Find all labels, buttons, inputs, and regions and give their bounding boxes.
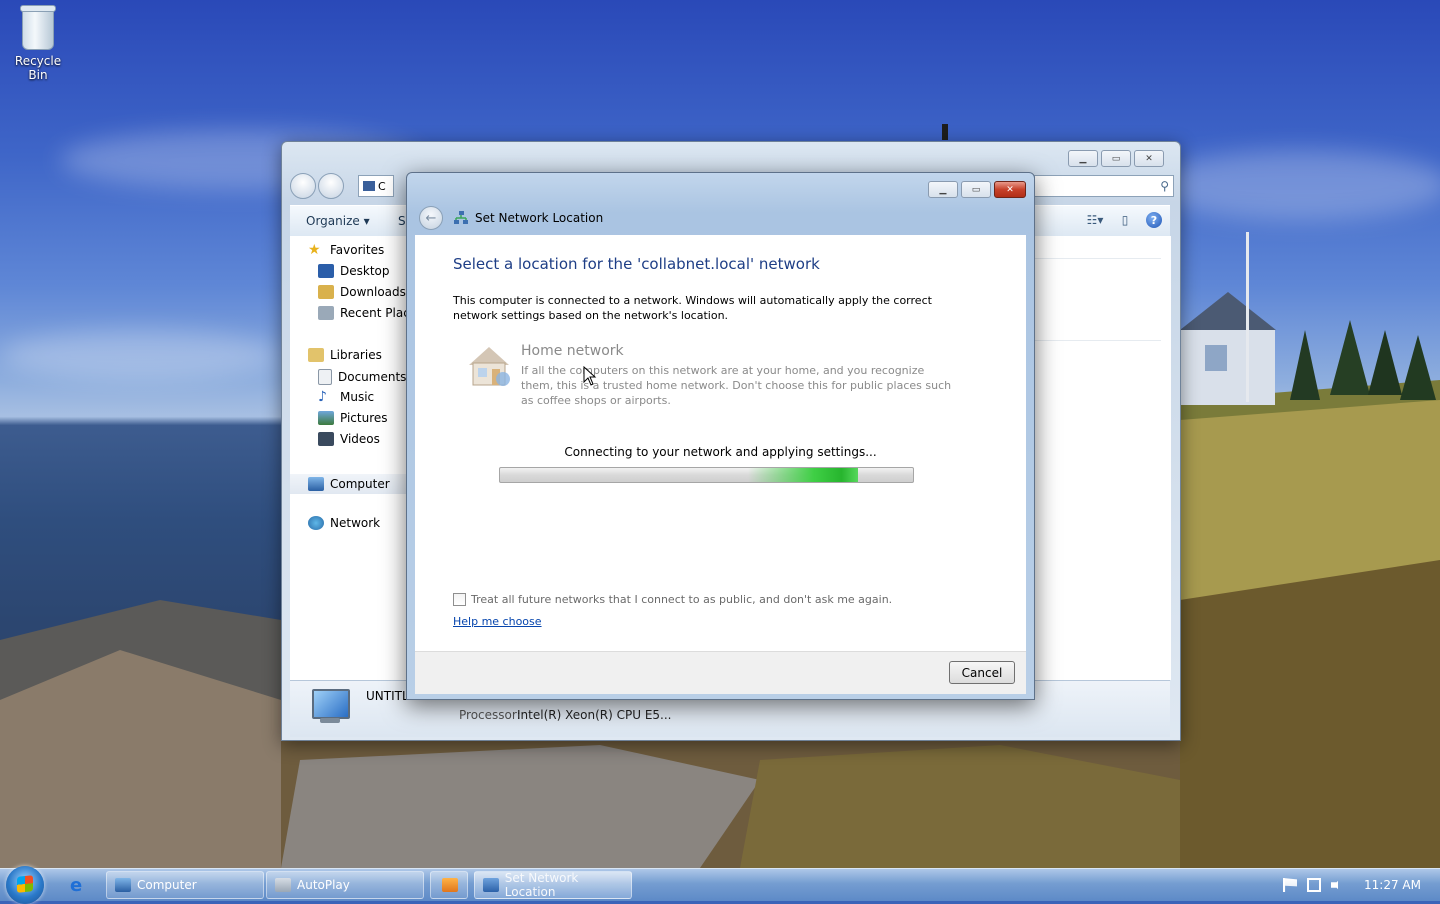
nav-label: Pictures <box>340 411 388 425</box>
divider <box>1029 340 1161 341</box>
public-networks-checkbox[interactable] <box>453 593 466 606</box>
desktop-icon-recycle-bin[interactable]: Recycle Bin <box>6 5 70 82</box>
window-controls: ▁ ▭ ✕ <box>928 181 1026 198</box>
computer-large-icon <box>308 689 350 725</box>
taskbar-button-media[interactable] <box>430 871 468 899</box>
computer-icon <box>308 477 324 491</box>
organize-menu[interactable]: Organize ▾ <box>306 214 370 228</box>
network-icon <box>308 516 324 530</box>
nav-label: Desktop <box>340 264 390 278</box>
taskbar-button-computer[interactable]: Computer <box>106 871 264 899</box>
forward-button[interactable] <box>318 173 344 199</box>
videos-icon <box>318 432 334 446</box>
nav-libraries[interactable]: Libraries <box>308 348 382 362</box>
close-button[interactable]: ✕ <box>1134 150 1164 167</box>
minimize-button[interactable]: ▁ <box>928 181 958 198</box>
taskbar-button-autoplay[interactable]: AutoPlay <box>266 871 424 899</box>
internet-explorer-icon[interactable]: e <box>70 875 92 896</box>
network-tray-icon[interactable] <box>1307 878 1321 892</box>
taskbar-button-set-network-location[interactable]: Set Network Location <box>474 871 632 899</box>
main-instruction: Select a location for the 'collabnet.loc… <box>453 255 820 273</box>
nav-desktop[interactable]: Desktop <box>318 264 390 278</box>
close-button[interactable]: ✕ <box>994 181 1026 198</box>
taskbar-button-label: Computer <box>137 878 197 892</box>
desktop-icon <box>318 264 334 278</box>
documents-icon <box>318 369 332 385</box>
nav-music[interactable]: ♪ Music <box>318 390 374 404</box>
music-note-icon: ♪ <box>318 389 327 405</box>
nav-videos[interactable]: Videos <box>318 432 380 446</box>
dialog-header: ← Set Network Location <box>415 203 1026 233</box>
cancel-button[interactable]: Cancel <box>949 661 1015 684</box>
system-clock[interactable]: 11:27 AM <box>1364 878 1421 892</box>
back-button[interactable] <box>290 173 316 199</box>
computer-icon <box>115 878 131 892</box>
media-player-icon <box>442 878 458 892</box>
address-text: C <box>378 179 386 193</box>
computer-icon <box>363 181 375 191</box>
search-box[interactable]: ⚲ <box>1034 175 1174 197</box>
dialog-title: Set Network Location <box>475 211 604 225</box>
back-arrow-icon[interactable]: ← <box>419 206 443 230</box>
home-network-option-title[interactable]: Home network <box>521 343 624 359</box>
nav-label: Videos <box>340 432 380 446</box>
nav-network[interactable]: Network <box>308 516 380 530</box>
navigation-pane: ★ Favorites Desktop Downloads Recent Pla… <box>290 236 426 680</box>
dialog-footer: Cancel <box>415 651 1026 694</box>
maximize-button[interactable]: ▭ <box>961 181 991 198</box>
help-icon[interactable]: ? <box>1146 212 1162 228</box>
set-network-location-dialog[interactable]: ▁ ▭ ✕ ← Set Network Location Select a lo… <box>406 172 1035 700</box>
action-center-flag-icon[interactable] <box>1283 878 1297 892</box>
intro-text: This computer is connected to a network.… <box>453 294 932 322</box>
progress-status-text: Connecting to your network and applying … <box>564 445 877 459</box>
processor-label: Processor: <box>459 708 521 722</box>
help-me-choose-link[interactable]: Help me choose <box>453 615 542 628</box>
nav-favorites[interactable]: ★ Favorites <box>308 243 384 257</box>
maximize-button[interactable]: ▭ <box>1101 150 1131 167</box>
home-network-icon <box>469 347 510 386</box>
search-icon: ⚲ <box>1160 179 1169 193</box>
public-networks-option[interactable]: Treat all future networks that I connect… <box>453 593 892 606</box>
divider <box>1029 258 1161 259</box>
nav-label: Computer <box>330 477 390 491</box>
notification-area <box>1283 878 1345 892</box>
change-view-icon[interactable]: ☷▾ <box>1086 211 1104 229</box>
nav-label: Music <box>340 390 375 404</box>
taskbar-button-label: Set Network Location <box>504 871 579 899</box>
nav-pictures[interactable]: Pictures <box>318 411 388 425</box>
processor-value: Intel(R) Xeon(R) CPU E5... <box>517 708 672 722</box>
taskbar-button-label: AutoPlay <box>297 878 350 892</box>
navigation-buttons <box>290 173 344 199</box>
autoplay-icon <box>275 878 291 892</box>
libraries-icon <box>308 348 324 362</box>
preview-pane-icon[interactable]: ▯ <box>1116 211 1134 229</box>
dialog-body: Select a location for the 'collabnet.loc… <box>415 235 1026 651</box>
progress-bar <box>499 467 914 483</box>
recycle-bin-icon <box>20 5 56 50</box>
nav-documents[interactable]: Documents <box>318 369 406 385</box>
nav-downloads[interactable]: Downloads <box>318 285 406 299</box>
address-bar[interactable]: C <box>358 175 394 197</box>
toolbar-icons: ☷▾ ▯ ? <box>1086 211 1162 229</box>
recent-places-icon <box>318 306 334 320</box>
star-icon: ★ <box>308 242 321 258</box>
nav-label: Documents <box>338 370 407 384</box>
pictures-icon <box>318 411 334 425</box>
checkbox-label: Treat all future networks that I connect… <box>471 593 893 606</box>
network-icon <box>454 211 468 224</box>
start-button[interactable] <box>6 866 44 904</box>
progress-bar-glow <box>748 468 858 482</box>
nav-label: Favorites <box>330 243 385 257</box>
nav-label: Downloads <box>340 285 406 299</box>
mouse-pointer-icon <box>583 366 597 386</box>
nav-label: Libraries <box>330 348 382 362</box>
minimize-button[interactable]: ▁ <box>1068 150 1098 167</box>
nav-label: Network <box>330 516 381 530</box>
taskbar: e Computer AutoPlay Set Network Location… <box>0 866 1440 904</box>
desktop-icon-label: Recycle Bin <box>14 54 62 82</box>
network-icon <box>483 878 499 892</box>
downloads-folder-icon <box>318 285 334 299</box>
window-controls: ▁ ▭ ✕ <box>1068 150 1164 167</box>
volume-muted-icon[interactable] <box>1331 878 1341 892</box>
